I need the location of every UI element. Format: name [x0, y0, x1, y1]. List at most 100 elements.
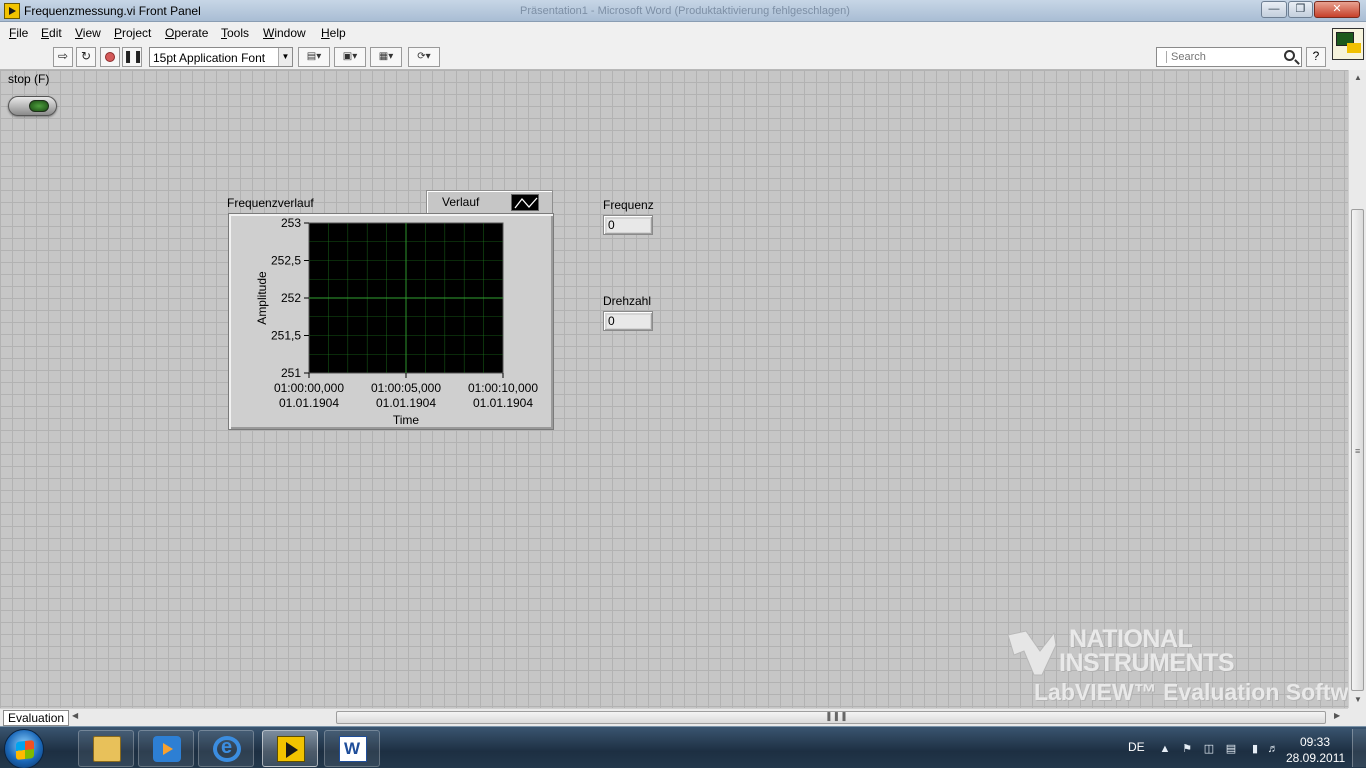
taskbar-labview[interactable]: [262, 730, 318, 767]
y-tick-label: 251,5: [271, 329, 301, 343]
legend-line-icon: [514, 197, 538, 209]
stop-led-icon: [29, 100, 49, 112]
action-center-flag-icon[interactable]: ⚑: [1180, 742, 1194, 756]
x-axis-title: Time: [393, 413, 420, 427]
reorder-button[interactable]: ⟳▾: [408, 47, 440, 67]
word-icon: [339, 736, 367, 762]
start-button[interactable]: [4, 729, 44, 768]
menu-bar: File Edit View Project Operate Tools Win…: [0, 22, 1330, 44]
frequenz-value: 0: [607, 219, 650, 232]
search-box[interactable]: [1156, 47, 1302, 67]
scroll-left-icon[interactable]: ◀: [72, 711, 78, 720]
x-tick-label-date: 01.01.1904: [279, 396, 339, 410]
stop-label: stop (F): [8, 72, 50, 86]
legend-plot-name: Verlauf: [442, 195, 480, 209]
align-objects-button[interactable]: ▤▾: [298, 47, 330, 67]
chevron-down-icon: ▼: [278, 48, 292, 66]
frequenz-indicator: 0: [603, 215, 653, 235]
taskbar-word[interactable]: [324, 730, 380, 767]
vi-icon-badge: [1347, 43, 1361, 53]
y-tick-label: 253: [281, 216, 301, 230]
internet-explorer-icon: [213, 736, 241, 762]
safely-remove-hardware-icon[interactable]: ◫: [1202, 742, 1216, 756]
vertical-scroll-thumb[interactable]: ≡: [1351, 209, 1364, 691]
menu-edit[interactable]: Edit: [41, 26, 62, 40]
network-icon[interactable]: ▤: [1224, 742, 1238, 756]
abort-icon: [105, 52, 115, 62]
run-button[interactable]: ⇨: [53, 47, 73, 67]
help-button[interactable]: ?: [1306, 47, 1326, 67]
clock-date[interactable]: 28.09.2011: [1286, 751, 1345, 765]
drehzahl-indicator: 0: [603, 311, 653, 331]
drehzahl-value: 0: [607, 315, 650, 328]
abort-button[interactable]: [100, 47, 120, 67]
distribute-objects-button[interactable]: ▣▾: [334, 47, 366, 67]
y-tick-label: 252,5: [271, 254, 301, 268]
clock-time[interactable]: 09:33: [1300, 735, 1330, 749]
vi-connector-icon[interactable]: [1330, 22, 1366, 70]
search-options-icon: [1159, 51, 1167, 63]
ni-eagle-logo-icon: [1007, 630, 1057, 676]
menu-help[interactable]: Help: [321, 26, 346, 40]
menu-window[interactable]: Window: [263, 26, 306, 40]
search-input[interactable]: [1171, 49, 1279, 65]
scroll-right-icon[interactable]: ▶: [1334, 711, 1340, 720]
run-continuously-button[interactable]: ↻: [76, 47, 96, 67]
watermark-line-2: INSTRUMENTS: [1059, 649, 1235, 677]
drehzahl-label: Drehzahl: [603, 294, 652, 308]
search-icon[interactable]: [1284, 50, 1295, 61]
scroll-down-icon[interactable]: ▼: [1350, 692, 1366, 708]
menu-tools[interactable]: Tools: [221, 26, 249, 40]
taskbar-media-player[interactable]: [138, 730, 194, 767]
vertical-scrollbar[interactable]: ▲ ≡ ▼: [1348, 70, 1366, 708]
windows-logo-icon: [16, 740, 34, 760]
font-select[interactable]: 15pt Application Font ▼: [149, 47, 293, 67]
volume-icon[interactable]: ♬: [1266, 742, 1280, 756]
scroll-corner: [1348, 708, 1366, 726]
menu-file[interactable]: File: [9, 26, 28, 40]
ni-watermark: NATIONAL INSTRUMENTS LabVIEW™ Evaluation…: [1004, 625, 1366, 707]
front-panel[interactable]: stop (F) Frequenzverlauf Verlauf 253 252,…: [0, 70, 1366, 708]
menu-view[interactable]: View: [75, 26, 101, 40]
font-select-value: 15pt Application Font: [153, 51, 266, 65]
frequenz-label: Frequenz: [603, 198, 654, 212]
system-tray: DE ▲ ⚑ ◫ ▤ ▮ ♬ 09:33 28.09.2011: [1112, 730, 1362, 766]
toolbar: ⇨ ↻ ❚❚ 15pt Application Font ▼ ▤▾ ▣▾ ▦▾ …: [0, 44, 1330, 70]
menu-project[interactable]: Project: [114, 26, 151, 40]
graph-label: Frequenzverlauf: [227, 196, 314, 210]
stop-button[interactable]: [8, 96, 57, 116]
grip-icon: ≡: [1355, 446, 1361, 456]
show-hidden-icons-icon[interactable]: ▲: [1158, 742, 1172, 756]
title-bar: Frequenzmessung.vi Front Panel Präsentat…: [0, 0, 1366, 22]
power-icon[interactable]: ▮: [1248, 742, 1262, 756]
resize-objects-button[interactable]: ▦▾: [370, 47, 402, 67]
horizontal-scrollbar[interactable]: Evaluation ◀ ❚❚❚ ▶: [0, 708, 1348, 726]
window-title: Frequenzmessung.vi Front Panel: [24, 4, 201, 18]
x-tick-label-time: 01:00:10,000: [468, 381, 538, 395]
windows-taskbar: DE ▲ ⚑ ◫ ▤ ▮ ♬ 09:33 28.09.2011: [0, 726, 1366, 768]
x-tick-label-time: 01:00:05,000: [371, 381, 441, 395]
minimize-button[interactable]: —: [1261, 1, 1287, 18]
horizontal-scroll-thumb[interactable]: ❚❚❚: [336, 711, 1326, 724]
y-tick-label: 251: [281, 366, 301, 380]
maximize-button[interactable]: ❐: [1288, 1, 1313, 18]
labview-icon: [277, 736, 305, 762]
labview-vi-icon: [4, 3, 20, 19]
pause-button[interactable]: ❚❚: [122, 47, 143, 67]
media-player-icon: [153, 736, 181, 762]
application-instance-field[interactable]: Evaluation: [3, 710, 69, 726]
x-tick-label-time: 01:00:00,000: [274, 381, 344, 395]
plot-legend[interactable]: Verlauf: [426, 190, 553, 214]
language-indicator[interactable]: DE: [1128, 740, 1145, 754]
waveform-chart[interactable]: 253 252,5 252 251,5 251 01:00:00,000 01.01.190…: [228, 213, 554, 430]
close-button[interactable]: ✕: [1314, 1, 1360, 18]
taskbar-explorer[interactable]: [78, 730, 134, 767]
scroll-up-icon[interactable]: ▲: [1350, 70, 1366, 86]
legend-line-swatch: [511, 194, 539, 211]
show-desktop-button[interactable]: [1352, 729, 1366, 767]
menu-operate[interactable]: Operate: [165, 26, 208, 40]
y-tick-label: 252: [281, 291, 301, 305]
grip-icon: ❚❚❚: [825, 711, 848, 721]
x-tick-label-date: 01.01.1904: [473, 396, 533, 410]
taskbar-internet-explorer[interactable]: [198, 730, 254, 767]
